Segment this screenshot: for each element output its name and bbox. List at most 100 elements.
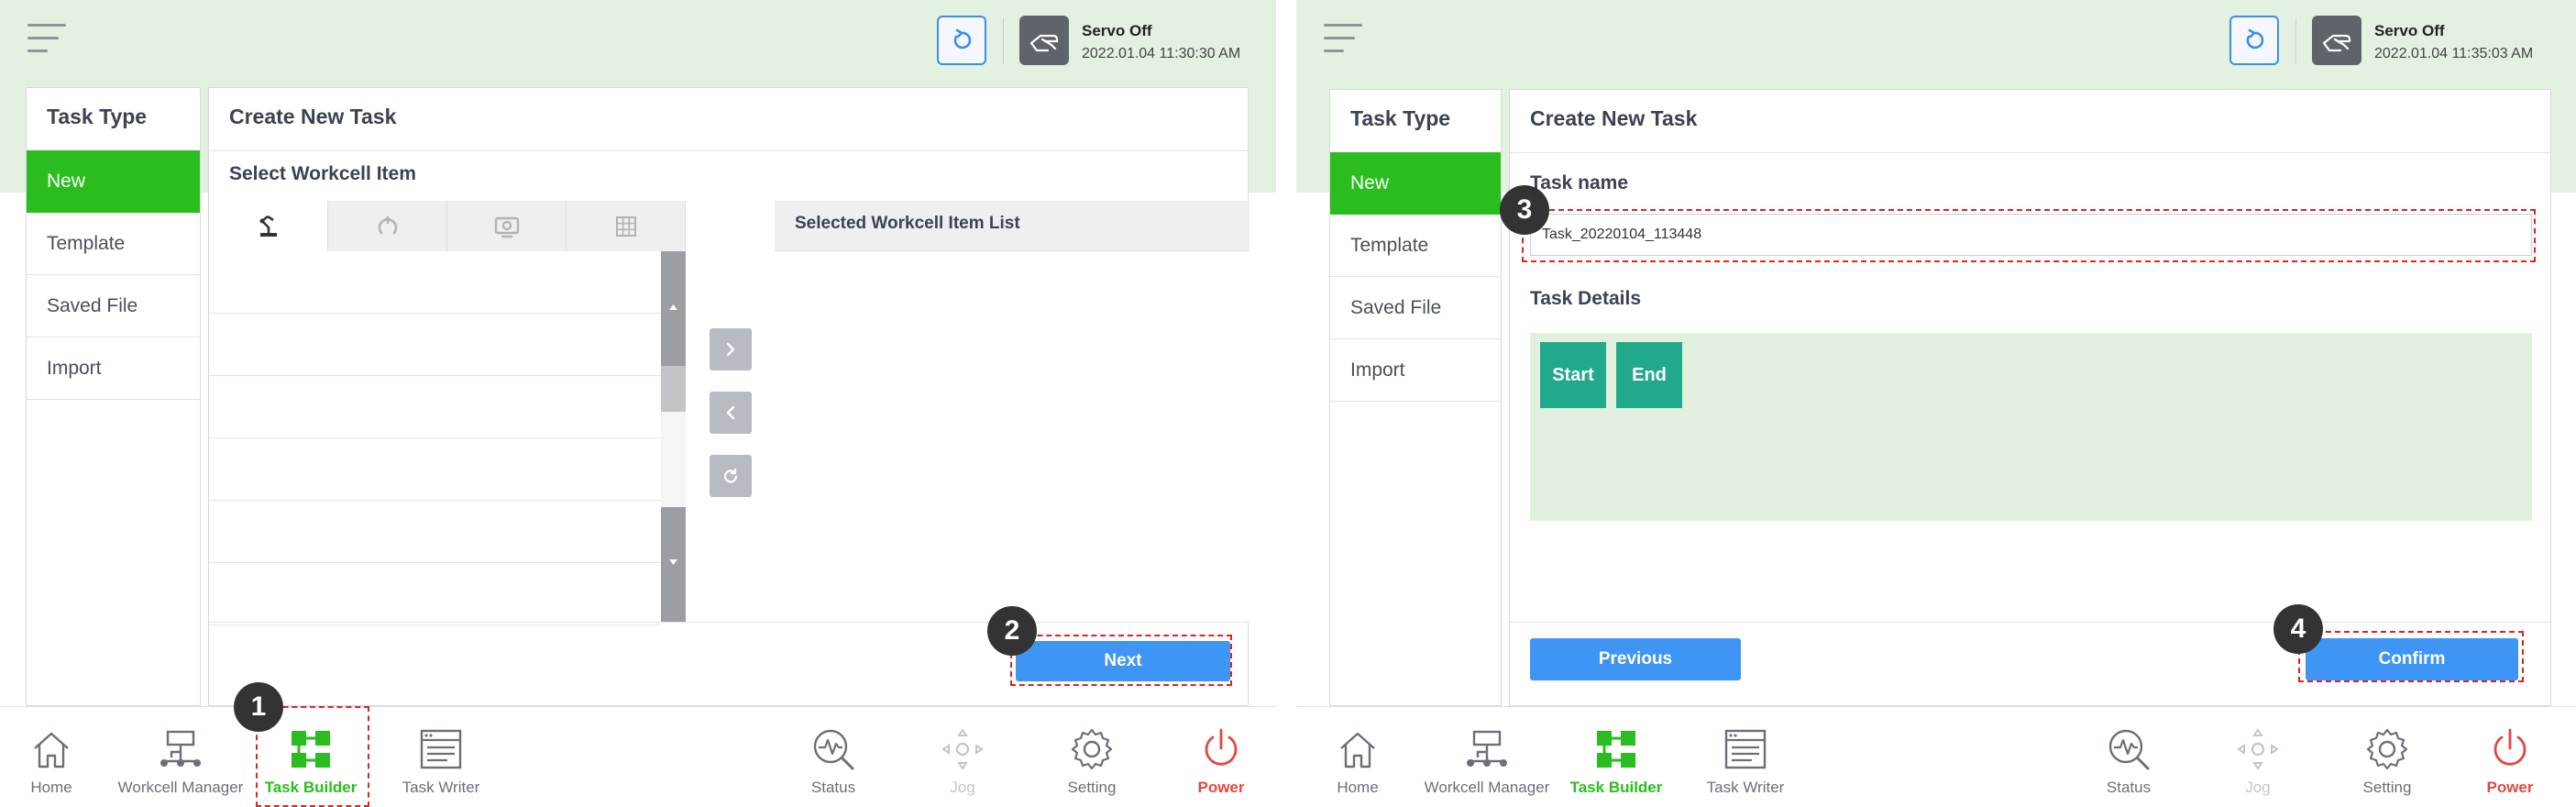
camera-icon [494,216,519,238]
task-details-label: Task Details [1530,288,1642,309]
remove-item-button[interactable] [710,392,752,434]
nav-task-writer[interactable]: Task Writer [377,707,505,807]
scroll-down-button[interactable] [661,507,686,622]
task-type-panel: Task Type New Template Saved File Import [1329,89,1502,706]
task-type-title: Task Type [47,105,148,128]
nav-home[interactable]: Home [1296,707,1422,807]
create-task-panel: Create New Task Select Workcell Item Sel… [208,87,1249,706]
menu-icon[interactable] [1324,22,1362,53]
list-scrollbar[interactable] [661,251,686,622]
nav-status-label: Status [810,779,856,796]
nav-jog[interactable]: Jog [898,707,1027,807]
status-icon [2108,729,2150,770]
nav-workcell-manager[interactable]: Workcell Manager [1423,707,1551,807]
nav-home-label: Home [1337,779,1379,796]
add-item-button[interactable] [710,328,752,370]
task-name-label: Task name [1530,172,1628,193]
list-item[interactable] [209,563,661,625]
task-type-saved-file[interactable]: Saved File [27,275,200,337]
jog-icon [941,728,984,770]
nav-home-label: Home [30,779,72,796]
top-bar: Servo Off 2022.01.04 11:30:30 AM [0,0,1276,81]
tab-camera[interactable] [447,201,567,251]
task-type-template[interactable]: Template [27,213,200,275]
nav-jog-label: Jog [2245,779,2271,796]
task-type-import[interactable]: Import [27,337,200,400]
create-task-panel: Create New Task Task name Task_20220104_… [1509,89,2551,706]
end-block[interactable]: End [1616,342,1682,408]
nav-task-writer[interactable]: Task Writer [1681,707,1810,807]
power-icon [1205,728,1238,766]
nav-power[interactable]: Power [2446,707,2574,807]
sync-button[interactable] [2229,16,2279,65]
list-item[interactable] [209,501,661,563]
create-task-title: Create New Task [229,105,397,128]
nav-task-builder-label: Task Builder [1569,779,1663,796]
nav-setting-label: Setting [2362,779,2412,796]
home-icon [1340,732,1375,768]
screen-left: Servo Off 2022.01.04 11:30:30 AM Task Ty… [0,0,1276,807]
highlight-next [1010,635,1232,686]
list-item[interactable] [209,314,661,376]
nav-jog[interactable]: Jog [2194,707,2322,807]
nav-setting[interactable]: Setting [1028,707,1156,807]
list-item[interactable] [209,251,661,314]
footer-divider [209,622,1248,623]
servo-status-icon[interactable] [1019,16,1069,65]
task-type-saved-file[interactable]: Saved File [1330,277,1501,339]
scroll-up-button[interactable] [661,251,686,366]
task-type-import[interactable]: Import [1330,339,1501,402]
nav-jog-label: Jog [950,779,975,796]
robot-arm-icon [259,215,277,237]
tab-grid[interactable] [567,201,686,251]
task-type-panel: Task Type New Template Saved File Import [26,87,201,706]
nav-task-writer-label: Task Writer [1706,779,1785,796]
chevron-right-icon [726,342,735,357]
servo-datetime: 2022.01.04 11:30:30 AM [1082,46,1241,61]
menu-icon[interactable] [28,22,66,53]
nav-status[interactable]: Status [2064,707,2193,807]
nav-task-builder[interactable]: Task Builder [1552,707,1680,807]
step-badge-1: 1 [234,682,283,732]
title-divider [1510,152,2550,153]
start-block[interactable]: Start [1540,342,1606,408]
tab-robot[interactable] [209,201,328,251]
nav-workcell-manager[interactable]: Workcell Manager [116,707,245,807]
tab-gripper[interactable] [328,201,447,251]
scroll-thumb[interactable] [661,366,686,412]
header-divider [1003,18,1004,64]
step-badge-3: 3 [1500,185,1549,235]
task-writer-icon [1724,729,1767,769]
refresh-icon [2246,28,2264,50]
sync-button[interactable] [937,16,986,65]
step-badge-4: 4 [2273,604,2323,654]
screen-right: Servo Off 2022.01.04 11:35:03 AM Task Ty… [1296,0,2576,807]
selected-list-title: Selected Workcell Item List [795,214,1020,233]
power-icon [2493,728,2526,766]
title-divider [209,150,1248,151]
reset-items-button[interactable] [710,455,752,497]
reset-icon [723,468,738,483]
list-item[interactable] [209,376,661,438]
task-type-new[interactable]: New [1330,152,1501,215]
nav-home[interactable]: Home [0,707,116,807]
task-details-canvas[interactable]: Start End [1530,333,2532,521]
previous-button[interactable]: Previous [1530,638,1741,680]
workcell-manager-icon [1467,730,1507,767]
nav-status[interactable]: Status [769,707,897,807]
list-item[interactable] [209,438,661,501]
top-bar: Servo Off 2022.01.04 11:35:03 AM [1296,0,2576,81]
servo-status-icon[interactable] [2312,16,2361,65]
task-type-template[interactable]: Template [1330,215,1501,277]
servo-datetime: 2022.01.04 11:35:03 AM [2374,46,2534,61]
nav-power[interactable]: Power [1157,707,1276,807]
gripper-icon [378,216,397,234]
task-type-new[interactable]: New [27,150,200,213]
hand-icon [1029,34,1059,52]
nav-setting[interactable]: Setting [2323,707,2451,807]
workcell-manager-icon [160,730,201,767]
servo-status-text: Servo Off [2374,22,2445,39]
setting-icon [2366,728,2408,770]
bottom-nav: Home Workcell Manager Task Builder Task … [1296,706,2576,807]
nav-status-label: Status [2106,779,2152,796]
